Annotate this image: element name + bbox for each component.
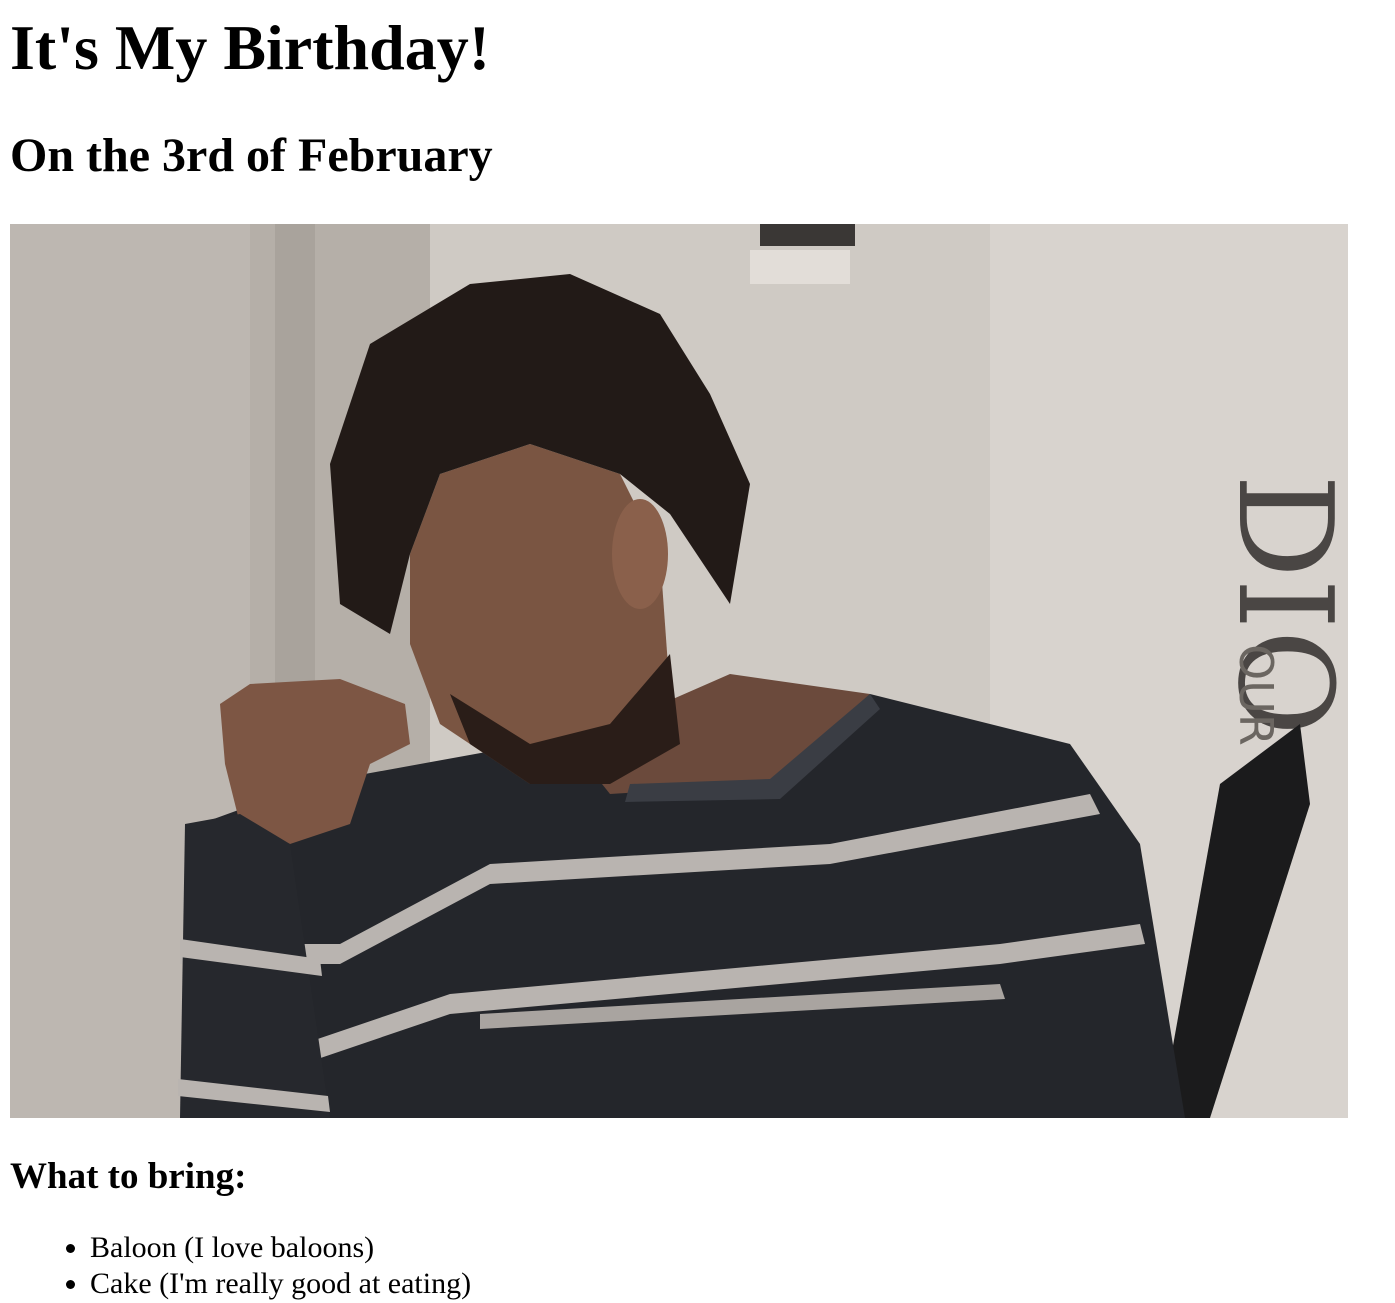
birthday-photo: DIO OUR OO	[10, 224, 1348, 1118]
page-subtitle: On the 3rd of February	[10, 129, 493, 182]
list-item: Baloon (I love baloons)	[90, 1230, 1385, 1266]
list-item: Cake (I'm really good at eating)	[90, 1266, 1385, 1302]
page: It's My Birthday! On the 3rd of February…	[0, 10, 1395, 1303]
bring-list: Baloon (I love baloons) Cake (I'm really…	[10, 1230, 1385, 1302]
what-to-bring-heading: What to bring:	[10, 1156, 247, 1197]
page-title: It's My Birthday!	[10, 12, 490, 83]
